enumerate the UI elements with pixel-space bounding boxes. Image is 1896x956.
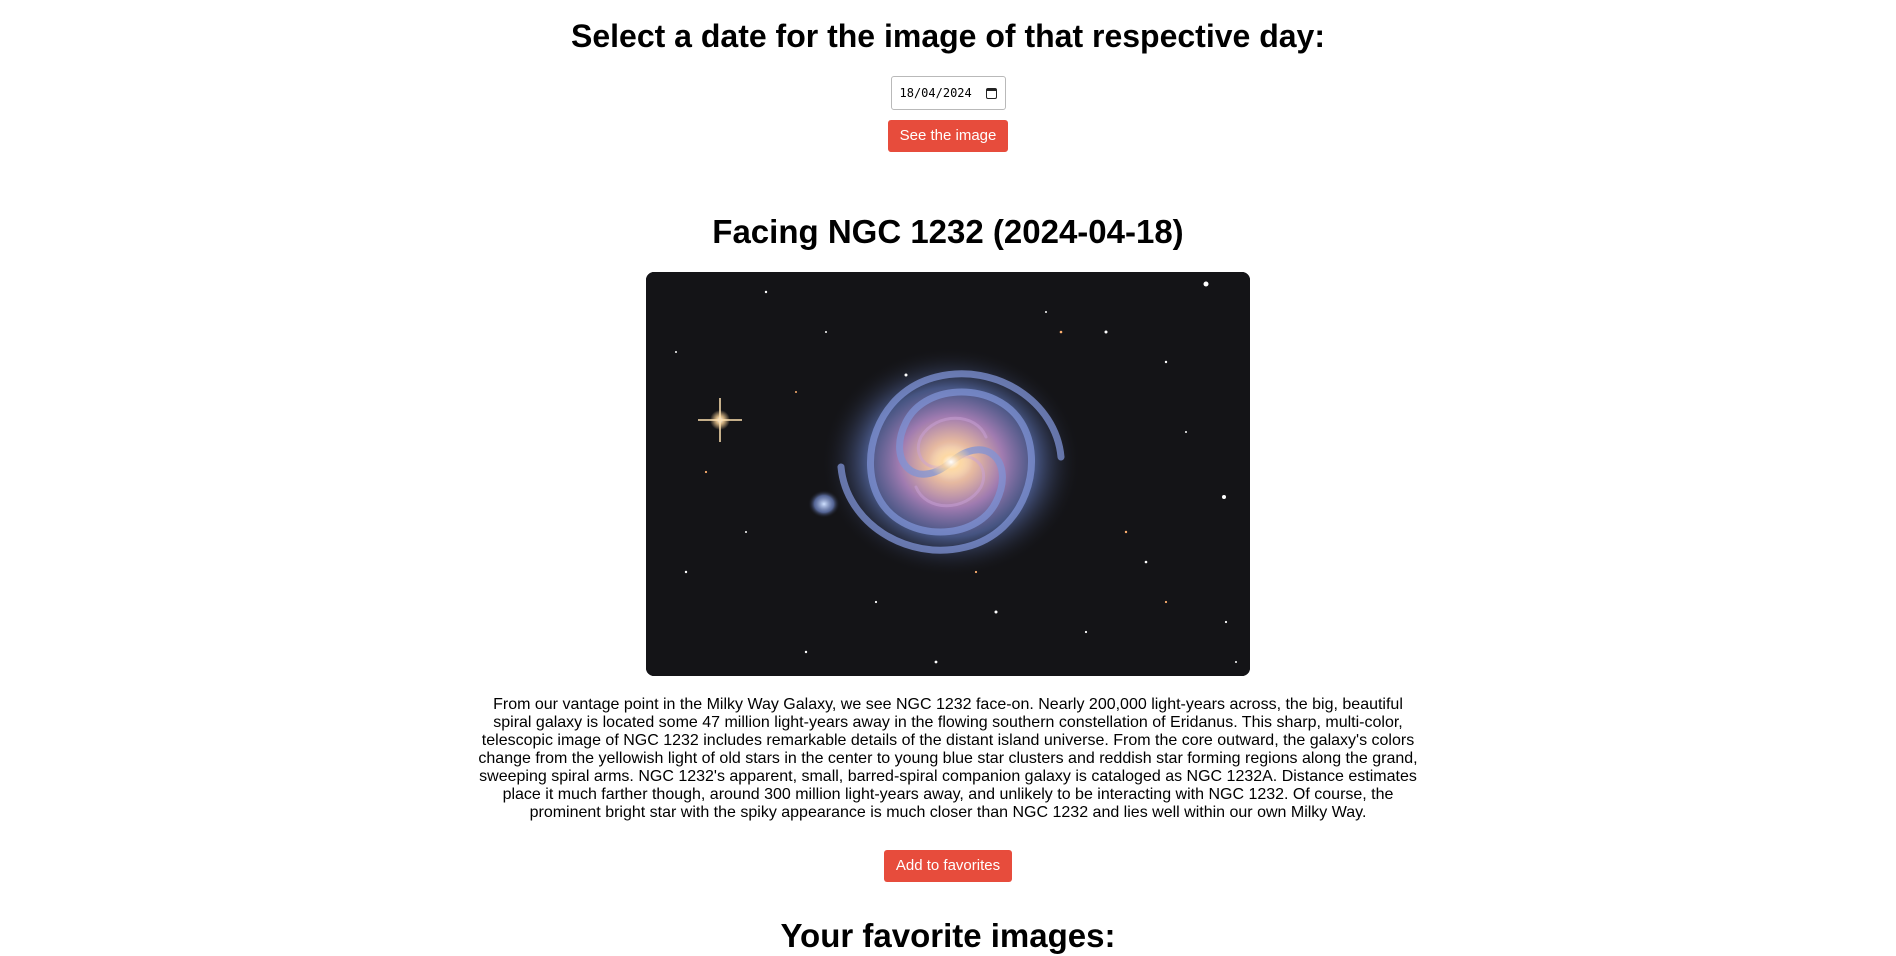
see-image-button[interactable]: See the image	[887, 120, 1009, 152]
apod-image	[646, 272, 1250, 676]
page-title: Select a date for the image of that resp…	[570, 18, 1325, 54]
apod-title: Facing NGC 1232 (2024-04-18)	[712, 213, 1184, 250]
add-to-favorites-button[interactable]: Add to favorites	[883, 850, 1013, 882]
calendar-icon[interactable]	[985, 87, 997, 99]
apod-explanation: From our vantage point in the Milky Way …	[478, 696, 1418, 821]
date-input[interactable]: 18/04/2024	[890, 76, 1006, 110]
date-value: 18/04/2024	[899, 86, 972, 100]
favorites-title: Your favorite images:	[780, 917, 1116, 954]
page: Select a date for the image of that resp…	[0, 0, 1896, 956]
